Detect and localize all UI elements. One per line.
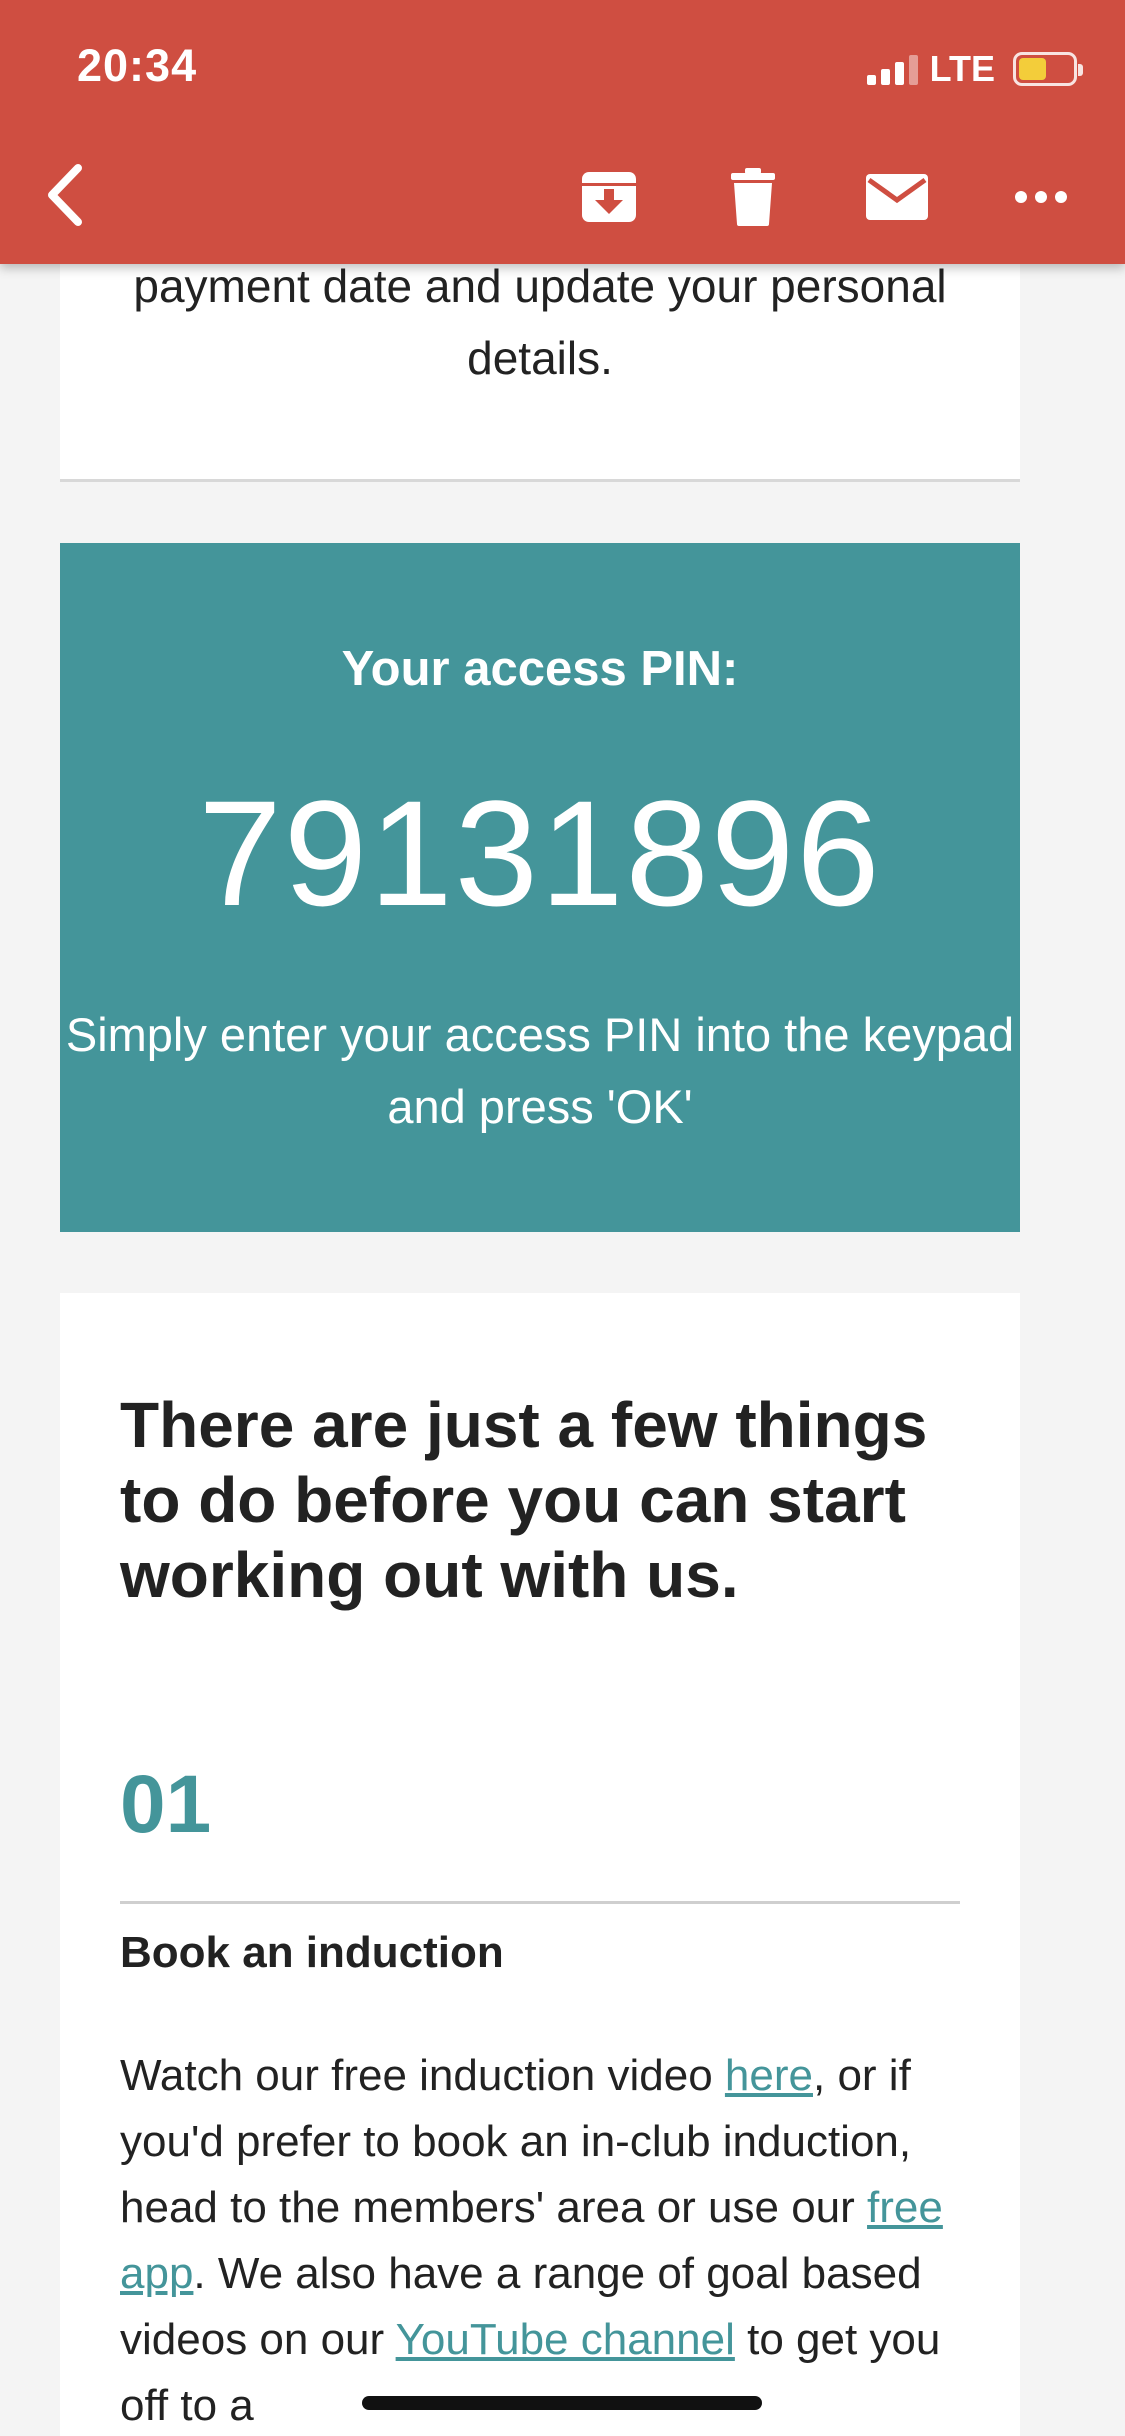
- back-button[interactable]: [20, 150, 110, 240]
- status-indicators: LTE: [866, 48, 1083, 90]
- more-icon: [1015, 191, 1067, 203]
- pin-instructions: Simply enter your access PIN into the ke…: [65, 1008, 1015, 1133]
- step-title: Book an induction: [120, 1928, 504, 1977]
- pin-value: 79131896: [198, 769, 882, 937]
- status-time: 20:34: [77, 40, 198, 91]
- step-divider: [120, 1901, 960, 1904]
- trash-icon: [731, 168, 775, 226]
- archive-button[interactable]: [564, 152, 654, 242]
- home-indicator[interactable]: [362, 2396, 762, 2410]
- archive-icon: [582, 172, 636, 222]
- step-text: Watch our free induction video: [120, 2051, 725, 2100]
- intro-text: payment date and update your personal de…: [133, 260, 947, 384]
- more-button[interactable]: [996, 152, 1086, 242]
- network-label: LTE: [929, 48, 995, 89]
- youtube-channel-link[interactable]: YouTube channel: [396, 2315, 735, 2364]
- pin-label: Your access PIN:: [341, 642, 739, 696]
- back-icon: [48, 164, 82, 226]
- steps-card: There are just a few things to do before…: [60, 1293, 1020, 2436]
- app-bar: 20:34 LTE: [0, 0, 1125, 264]
- mark-unread-button[interactable]: [852, 152, 942, 242]
- induction-video-link[interactable]: here: [725, 2051, 813, 2100]
- mail-icon: [866, 174, 928, 220]
- steps-heading: There are just a few things to do before…: [120, 1389, 928, 1611]
- step-number: 01: [120, 1759, 212, 1850]
- signal-icon: [866, 53, 918, 85]
- delete-button[interactable]: [708, 152, 798, 242]
- step-description: Watch our free induction video here, or …: [120, 2043, 960, 2436]
- pin-panel: Your access PIN: 79131896 Simply enter y…: [60, 543, 1020, 1232]
- battery-icon: [1013, 52, 1083, 86]
